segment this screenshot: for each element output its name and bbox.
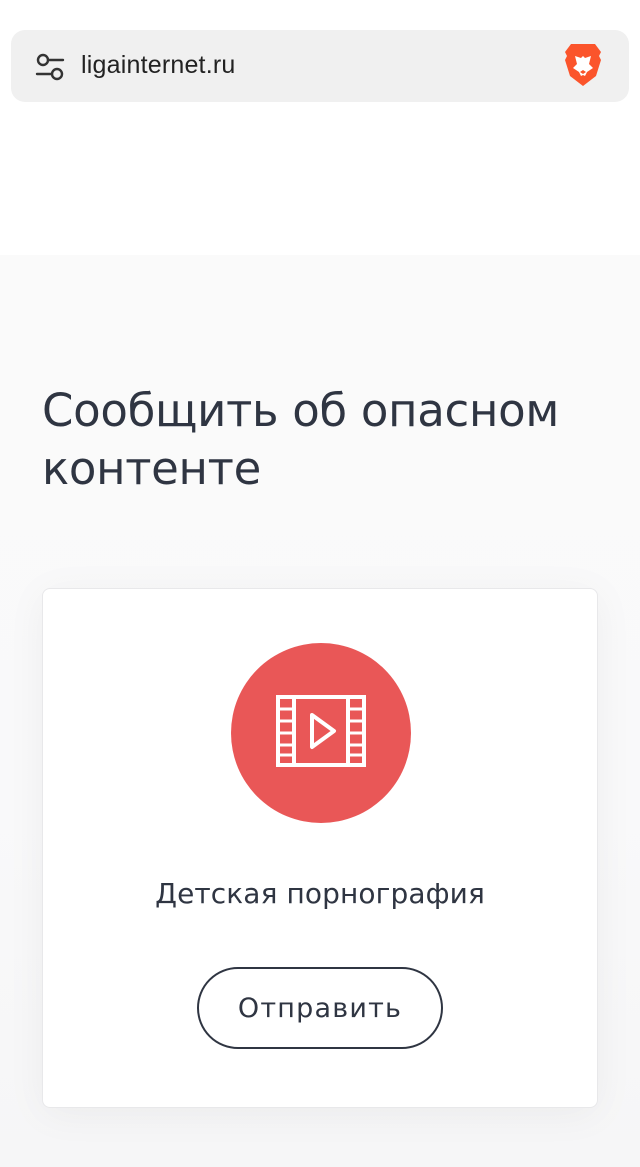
- video-film-play-icon: [276, 695, 366, 767]
- category-label: Детская порнография: [155, 877, 485, 910]
- brave-lion-icon[interactable]: [563, 42, 603, 88]
- category-card[interactable]: Детская порнография Отправить: [42, 588, 598, 1108]
- url-text[interactable]: ligainternet.ru: [81, 51, 235, 80]
- category-icon-circle: [231, 643, 411, 823]
- send-button[interactable]: Отправить: [197, 967, 443, 1049]
- tune-sliders-icon[interactable]: [35, 53, 65, 81]
- page-title: Сообщить об опасном контенте: [42, 384, 559, 495]
- address-bar[interactable]: ligainternet.ru: [11, 30, 629, 102]
- page: ligainternet.ru Сообщить об опасном конт…: [0, 0, 640, 1167]
